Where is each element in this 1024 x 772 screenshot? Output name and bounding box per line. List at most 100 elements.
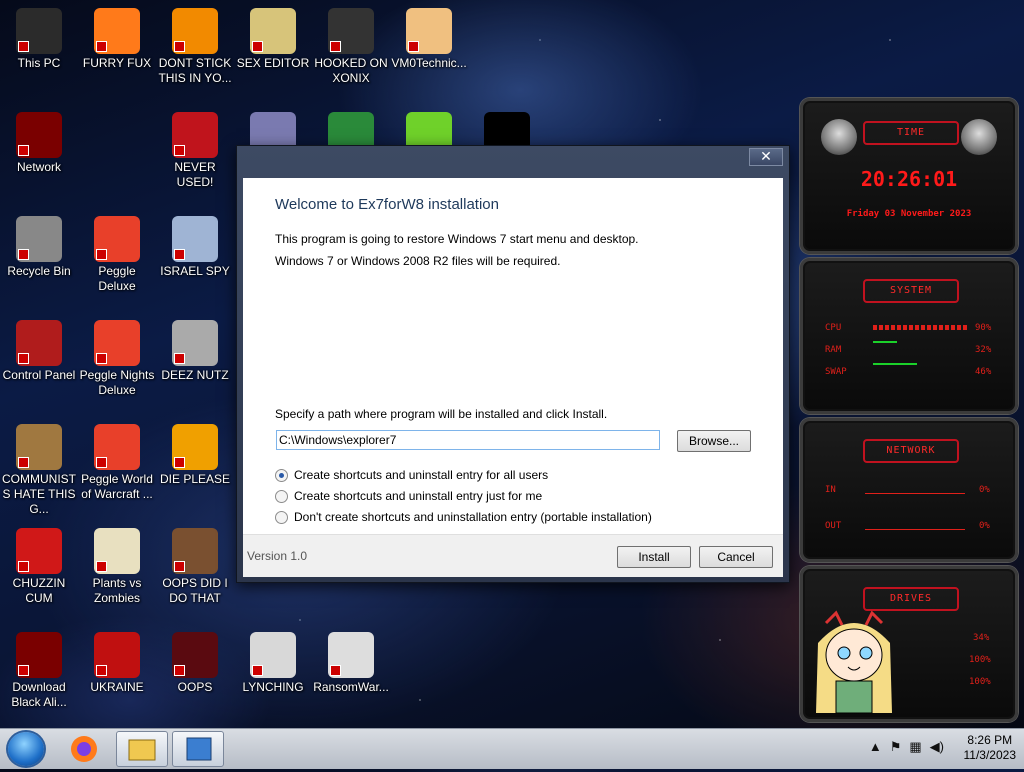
shortcut-arrow-icon	[18, 665, 29, 676]
desktop-icon-label: Peggle Deluxe	[98, 264, 136, 293]
desktop-icon-label: Download Black Ali...	[11, 680, 67, 709]
intro-line-2: Windows 7 or Windows 2008 R2 files will …	[275, 254, 561, 268]
flag-icon[interactable]: ⚑	[890, 739, 902, 755]
cancel-button[interactable]: Cancel	[699, 546, 773, 568]
version-label: Version 1.0	[247, 549, 308, 563]
explorer-taskbar-button[interactable]	[116, 731, 168, 767]
shortcut-arrow-icon	[174, 41, 185, 52]
option-just-me[interactable]: Create shortcuts and uninstall entry jus…	[275, 489, 542, 503]
desktop-icon[interactable]: Peggle World of Warcraft ...	[79, 424, 155, 502]
desktop-icon-label: ISRAEL SPY	[160, 264, 230, 278]
desktop-icon[interactable]: SEX EDITOR	[235, 8, 311, 71]
desktop-icon[interactable]: DIE PLEASE	[157, 424, 233, 487]
installer-icon	[186, 737, 212, 761]
desktop-icon-label: LYNCHING	[242, 680, 304, 694]
alien-download-icon	[16, 632, 62, 678]
desktop-icon-label: DONT STICK THIS IN YO...	[158, 56, 232, 85]
desktop-icon[interactable]: LYNCHING	[235, 632, 311, 695]
shortcut-arrow-icon	[174, 249, 185, 260]
tray-date: 11/3/2023	[963, 748, 1017, 762]
desktop-icon[interactable]: Network	[1, 112, 77, 175]
desktop-icon-label: OOPS DID I DO THAT	[162, 576, 228, 605]
clock-tray[interactable]: 8:26 PM 11/3/2023	[964, 733, 1017, 763]
volume-icon[interactable]: ◀)	[930, 739, 944, 755]
shortcut-arrow-icon	[408, 41, 419, 52]
desktop-icon[interactable]: RansomWar...	[313, 632, 389, 695]
ram-value: 32%	[975, 345, 992, 355]
shortcut-arrow-icon	[96, 457, 107, 468]
shortcut-arrow-icon	[330, 41, 341, 52]
tray-time: 8:26 PM	[967, 733, 1013, 747]
desktop-icon[interactable]: OOPS	[157, 632, 233, 695]
firefox-icon	[94, 8, 140, 54]
desktop-icon[interactable]: NEVER USED!	[157, 112, 233, 190]
desktop-icon[interactable]: DEEZ NUTZ	[157, 320, 233, 383]
radio-just-me[interactable]	[275, 489, 288, 503]
installer-taskbar-button[interactable]	[172, 731, 224, 767]
windows-stack-icon	[172, 320, 218, 366]
time-panel: TIME 20:26:01 Friday 03 November 2023	[800, 98, 1018, 254]
chuzzle-icon	[16, 528, 62, 574]
desktop-icon-label: COMMUNISTS HATE THIS G...	[2, 472, 76, 516]
desktop-icon-label: UKRAINE	[90, 680, 144, 694]
control-panel-icon	[16, 320, 62, 366]
install-button[interactable]: Install	[617, 546, 691, 568]
desktop-icon-label: FURRY FUX	[82, 56, 152, 70]
computer-icon	[16, 8, 62, 54]
net-in-graph	[865, 493, 965, 494]
chevron-up-icon[interactable]: ▲	[869, 739, 882, 755]
shortcut-arrow-icon	[18, 457, 29, 468]
drive-1-value: 34%	[973, 633, 990, 643]
desktop-icon[interactable]: Recycle Bin	[1, 216, 77, 279]
desktop-icon[interactable]: Download Black Ali...	[1, 632, 77, 710]
option-just-me-label: Create shortcuts and uninstall entry jus…	[294, 489, 543, 503]
desktop-icon[interactable]: Peggle Deluxe	[79, 216, 155, 294]
desktop-icon[interactable]: ISRAEL SPY	[157, 216, 233, 279]
net-out-label: OUT	[825, 521, 842, 531]
desktop-icon[interactable]: COMMUNISTS HATE THIS G...	[1, 424, 77, 517]
desktop-icon[interactable]: CHUZZIN CUM	[1, 528, 77, 606]
desktop-icon[interactable]: Plants vs Zombies	[79, 528, 155, 606]
shortcut-arrow-icon	[96, 249, 107, 260]
shortcut-arrow-icon	[18, 353, 29, 364]
radio-all-users[interactable]	[275, 468, 288, 482]
option-all-users-label: Create shortcuts and uninstall entry for…	[294, 468, 549, 482]
desktop-icon[interactable]: OOPS DID I DO THAT	[157, 528, 233, 606]
desktop-icon[interactable]: Control Panel	[1, 320, 77, 383]
radiation-icon	[94, 632, 140, 678]
firefox-taskbar-button[interactable]	[62, 731, 114, 767]
intro-line-1: This program is going to restore Windows…	[275, 232, 639, 246]
desktop-icon-label: OOPS	[177, 680, 213, 694]
desktop-icon[interactable]: DONT STICK THIS IN YO...	[157, 8, 233, 86]
vlc-cone-icon	[172, 8, 218, 54]
radio-portable[interactable]	[275, 510, 288, 524]
hxd-editor-icon	[250, 8, 296, 54]
install-path-input[interactable]	[276, 430, 660, 450]
option-portable-label: Don't create shortcuts and uninstallatio…	[294, 510, 652, 524]
browse-button[interactable]: Browse...	[677, 430, 751, 452]
close-button[interactable]: ✕	[749, 148, 783, 166]
desktop-icon[interactable]: VM0Technic...	[391, 8, 467, 71]
option-all-users[interactable]: Create shortcuts and uninstall entry for…	[275, 468, 548, 482]
desktop-icon[interactable]: FURRY FUX	[79, 8, 155, 71]
start-button[interactable]	[8, 732, 44, 766]
desktop-icon[interactable]: This PC	[1, 8, 77, 71]
shortcut-arrow-icon	[174, 353, 185, 364]
swap-bar	[873, 363, 917, 365]
desktop-icon[interactable]: UKRAINE	[79, 632, 155, 695]
skull-icon	[328, 632, 374, 678]
desktop-icon[interactable]: HOOKED ON XONIX	[313, 8, 389, 86]
option-portable[interactable]: Don't create shortcuts and uninstallatio…	[275, 510, 652, 524]
network-icon[interactable]: ▦	[909, 739, 921, 755]
shortcut-arrow-icon	[174, 561, 185, 572]
red-card-icon	[172, 632, 218, 678]
shortcut-arrow-icon	[18, 145, 29, 156]
desktop-icon-label: HOOKED ON XONIX	[314, 56, 388, 85]
shortcut-arrow-icon	[174, 145, 185, 156]
desktop-icon[interactable]: Peggle Nights Deluxe	[79, 320, 155, 398]
desktop-icon-label: Peggle Nights Deluxe	[79, 368, 155, 397]
cartoon-girl-sticker	[816, 610, 892, 714]
xonix-game-icon	[328, 8, 374, 54]
shortcut-arrow-icon	[174, 457, 185, 468]
installer-dialog: ✕ Welcome to Ex7forW8 installation This …	[236, 145, 790, 583]
